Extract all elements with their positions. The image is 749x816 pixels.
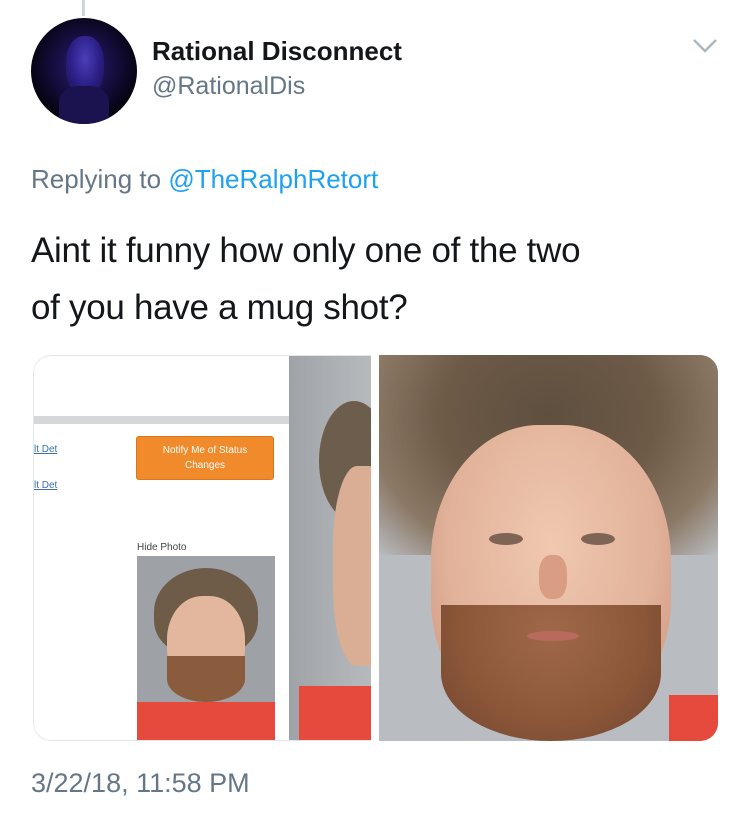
notify-status-button: Notify Me of Status Changes: [136, 436, 274, 480]
avatar[interactable]: [31, 18, 137, 124]
mugshot-shirt: [137, 702, 275, 740]
mugshot-eye-left: [489, 533, 523, 545]
hide-photo-link: Hide Photo: [137, 542, 187, 553]
tweet-timestamp[interactable]: 3/22/18, 11:58 PM: [31, 768, 250, 799]
replying-prefix: Replying to: [31, 164, 162, 194]
tweet-text-line: of you have a mug shot?: [31, 288, 408, 327]
mugshot-thumbnail: [137, 556, 275, 740]
mugshot-nose: [539, 555, 567, 599]
media-image-mugshot[interactable]: [379, 355, 718, 741]
author-name[interactable]: Rational Disconnect: [152, 36, 402, 67]
chevron-down-icon[interactable]: [690, 36, 720, 56]
mugshot-beard: [167, 656, 245, 702]
detail-link: lt Det: [34, 444, 58, 455]
mugshot-shirt-large: [669, 695, 718, 741]
author-handle[interactable]: @RationalDis: [152, 72, 305, 101]
replying-to: Replying to @TheRalphRetort: [31, 164, 378, 195]
strip-face: [333, 466, 371, 666]
tweet-media[interactable]: lt Det lt Det Notify Me of Status Change…: [33, 355, 718, 741]
tweet-text: Aint it funny how only one of the two of…: [31, 222, 721, 336]
cropped-photo-strip: [289, 356, 371, 740]
notify-button-line: Notify Me of Status: [162, 445, 248, 456]
page-divider: [34, 416, 292, 424]
mugshot-beard-large: [441, 605, 661, 741]
avatar-shoulders: [59, 86, 109, 124]
thread-connector-line: [82, 0, 85, 16]
mugshot-eye-right: [581, 533, 615, 545]
notify-button-line: Changes: [184, 460, 226, 471]
media-image-screenshot[interactable]: lt Det lt Det Notify Me of Status Change…: [33, 355, 371, 741]
strip-shirt: [299, 686, 371, 740]
tweet-text-line: Aint it funny how only one of the two: [31, 231, 581, 270]
detail-link: lt Det: [34, 480, 58, 491]
mugshot-mouth: [527, 631, 579, 641]
replying-mention-link[interactable]: @TheRalphRetort: [168, 164, 378, 194]
